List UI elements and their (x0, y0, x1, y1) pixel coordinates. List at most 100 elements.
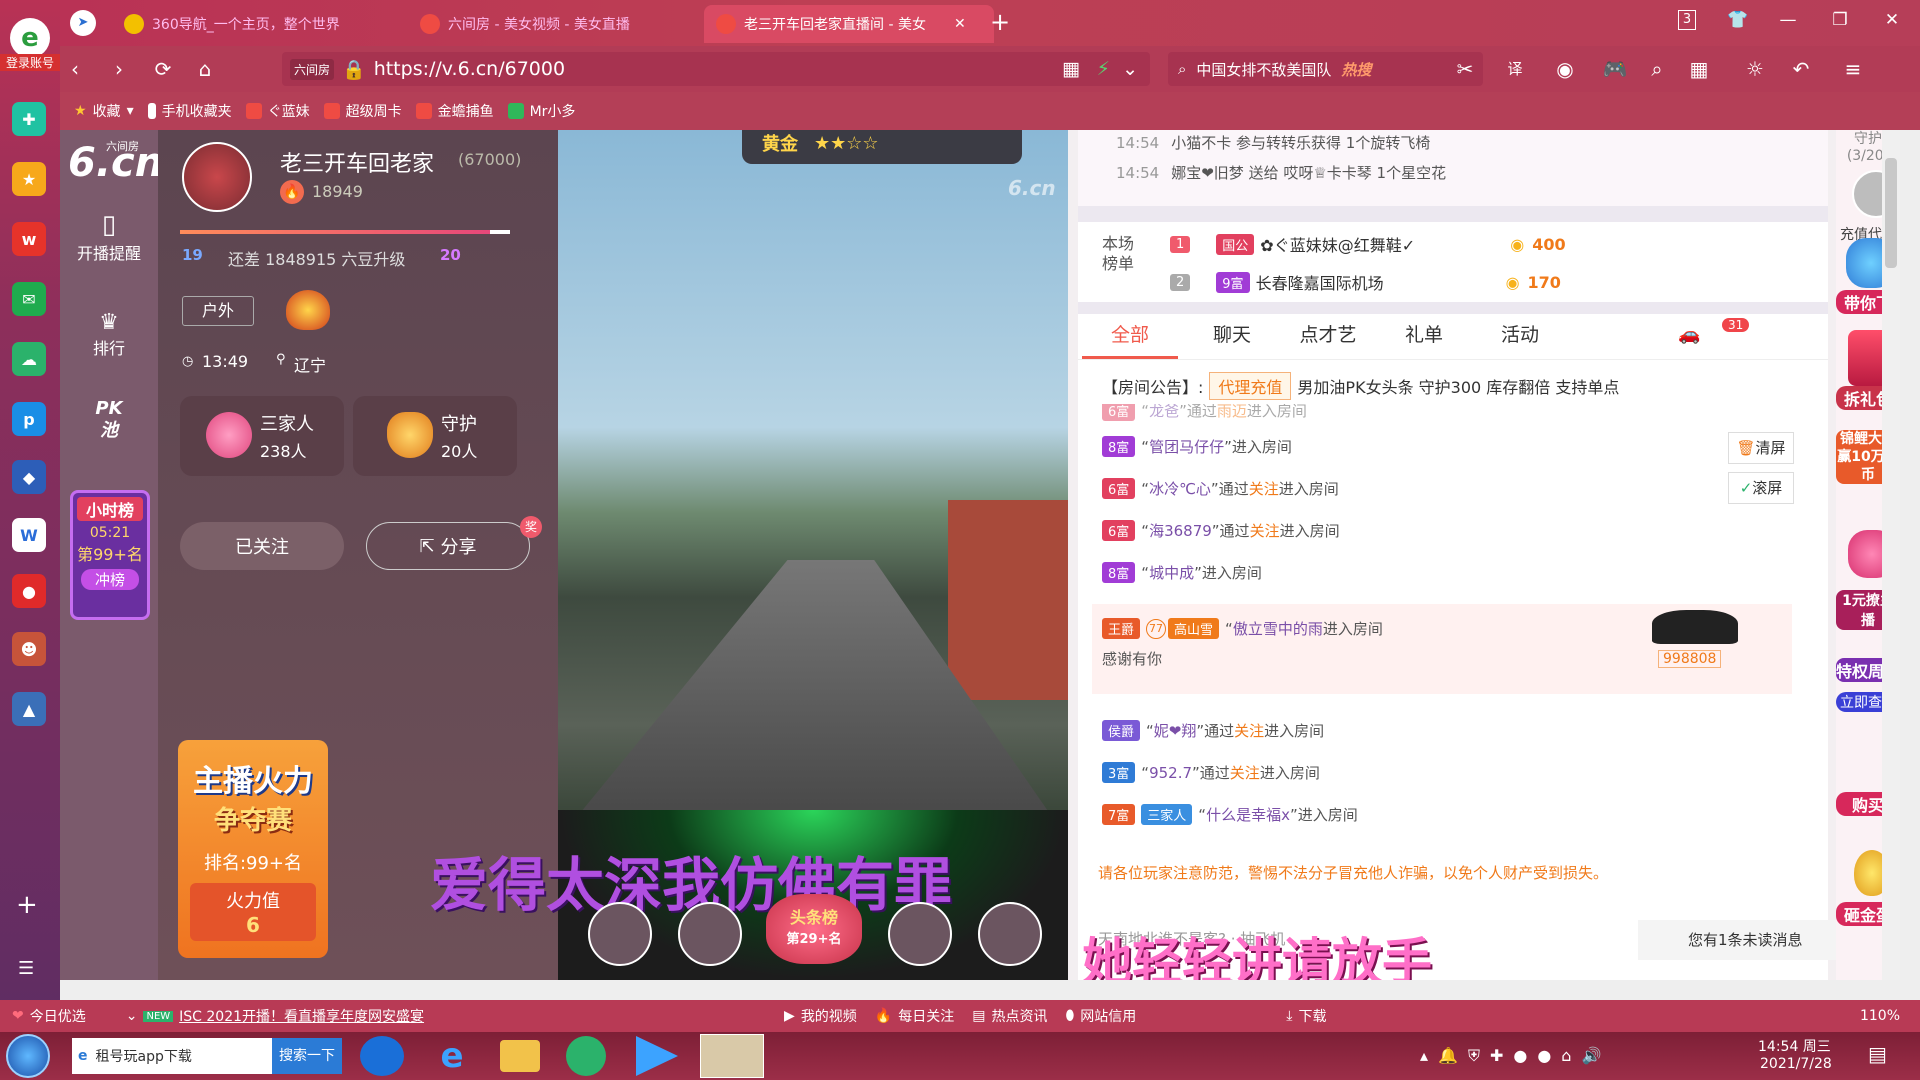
p-app-icon[interactable]: p (12, 402, 46, 436)
bookmark-favorites[interactable]: ★ 收藏 ▾ (74, 101, 134, 121)
tab-all[interactable]: 全部 (1082, 314, 1178, 359)
board-row[interactable]: 2 9富 长春隆嘉国际机场 ◉ 170 (1170, 270, 1561, 294)
address-bar[interactable]: 六间房 🔒 https://v.6.cn/67000 ▦ ⚡ ⌄ (282, 52, 1150, 86)
bookmark-fishing[interactable]: 金蟾捕鱼 (415, 101, 494, 121)
page-scrollbar[interactable] (1882, 130, 1900, 980)
kugou-icon[interactable] (360, 1036, 404, 1076)
news-headline[interactable]: ISC 2021开播！看直播享年度网安盛宴 (179, 1006, 424, 1026)
cloud-icon[interactable]: ☁ (12, 342, 46, 376)
taskbar-search-button[interactable]: 搜索一下 (272, 1038, 342, 1074)
nav-pk-pool[interactable]: PK池 (60, 398, 158, 442)
360-browser-icon[interactable] (566, 1036, 606, 1076)
viewer-avatar[interactable] (888, 902, 952, 966)
translate-icon[interactable]: 译 (1500, 54, 1530, 84)
bookmark-mobile[interactable]: 手机收藏夹 (147, 101, 232, 121)
bookmark-lanmei[interactable]: ぐ蓝妹 (245, 101, 310, 121)
video-player[interactable]: 黄金 ★★☆☆ 6.cn 爱得太深我仿佛有罪 头条榜 第29+名 (430, 130, 1068, 980)
bookmark-weekcard[interactable]: 超级周卡 (323, 101, 402, 121)
share-button[interactable]: ⇱ 分享 (366, 522, 530, 570)
home-icon[interactable]: ⌂ (190, 54, 220, 84)
today-picks[interactable]: 今日优选 (30, 1006, 86, 1026)
fire-contest-card[interactable]: 主播火力 争夺赛 排名:99+名 火力值 6 (178, 740, 328, 958)
clear-screen-button[interactable]: 🗑清屏 (1728, 432, 1794, 464)
tab-gifts[interactable]: 礼单 (1376, 314, 1472, 359)
restore-icon[interactable]: ❐ (1826, 10, 1854, 30)
chevron-down-icon[interactable]: ⌄ (126, 1008, 138, 1024)
game-icon[interactable]: ◆ (12, 460, 46, 494)
anchor-avatar[interactable] (182, 142, 252, 212)
chevron-down-icon[interactable]: ⌄ (1122, 58, 1138, 80)
castle-app-icon[interactable]: ▲ (12, 692, 46, 726)
folder-icon[interactable] (500, 1040, 540, 1072)
star-icon[interactable]: ★ (12, 162, 46, 196)
back-icon[interactable]: ‹ (60, 54, 90, 84)
viewer-avatar[interactable] (678, 902, 742, 966)
family-card[interactable]: 三家人 238人 (180, 396, 344, 476)
minimize-icon[interactable]: — (1774, 10, 1802, 30)
menu-list-icon[interactable]: ☰ (18, 958, 34, 979)
add-icon[interactable]: + (16, 890, 38, 920)
scroll-lock-button[interactable]: ✓滚屏 (1728, 472, 1794, 504)
doc-icon[interactable]: W (12, 518, 46, 552)
tab-6cn[interactable]: 六间房 - 美女视频 - 美女直播 (408, 5, 698, 43)
nav-live-remind[interactable]: ▯ 开播提醒 (60, 210, 158, 264)
tab-count-badge[interactable]: 3 (1678, 10, 1696, 30)
skin-icon[interactable]: 👕 (1724, 10, 1752, 30)
hour-rank-card[interactable]: 小时榜 05:21 第99+名 冲榜 (70, 490, 150, 620)
forward-icon[interactable]: › (104, 54, 134, 84)
red-app-icon[interactable]: ● (12, 574, 46, 608)
nav-ranking[interactable]: ♛ 排行 (60, 310, 158, 359)
grid-icon[interactable]: ▦ (1684, 54, 1714, 84)
tab-events[interactable]: 活动 (1472, 314, 1568, 359)
avatar-app-icon[interactable]: ☻ (12, 632, 46, 666)
taskbar-app-zuhao[interactable]: e 租号玩app下载 (72, 1038, 272, 1074)
coin-icon[interactable]: ◉ (1550, 54, 1580, 84)
plus-app-icon[interactable]: ✚ (12, 102, 46, 136)
viewer-avatar[interactable] (588, 902, 652, 966)
hour-rank-action[interactable]: 冲榜 (81, 569, 139, 590)
start-button[interactable] (6, 1034, 50, 1078)
gamepad-icon[interactable]: 🎮 (1600, 54, 1630, 84)
notification-icon[interactable]: ▤ (1868, 1042, 1887, 1066)
login-label[interactable]: 登录账号 (0, 54, 60, 71)
search-box[interactable]: ⌕ 中国女排不敌美国队 热搜 (1168, 52, 1483, 86)
zoom-level[interactable]: 110% (1860, 1008, 1900, 1024)
brightness-icon[interactable]: ☼ (1740, 54, 1770, 84)
tab-360[interactable]: 360导航_一个主页，整个世界 (112, 5, 402, 43)
clock-time[interactable]: 14:54 周三 (1758, 1036, 1831, 1056)
tag-outdoor[interactable]: 户外 (182, 296, 254, 326)
ie-icon[interactable]: e (430, 1036, 474, 1076)
menu-icon[interactable]: ≡ (1838, 54, 1868, 84)
close-window-icon[interactable]: ✕ (1878, 10, 1906, 30)
undo-icon[interactable]: ↶ (1786, 54, 1816, 84)
bolt-icon[interactable]: ⚡ (1097, 58, 1110, 80)
browser-logo[interactable]: e (10, 18, 50, 58)
new-tab-icon[interactable]: + (990, 8, 1010, 36)
mail-icon[interactable]: ✉ (12, 282, 46, 316)
car-icon[interactable]: 🚗 (1678, 314, 1700, 359)
close-tab-icon[interactable]: ✕ (954, 16, 966, 32)
magnifier-icon[interactable]: ⌕ (1642, 54, 1672, 84)
qr-icon[interactable]: ▦ (1062, 58, 1080, 80)
pin-icon[interactable]: ➤ (70, 10, 96, 36)
clock-date[interactable]: 2021/7/28 (1760, 1056, 1832, 1072)
viewer-avatar[interactable] (978, 902, 1042, 966)
reload-icon[interactable]: ⟳ (148, 54, 178, 84)
active-app-icon[interactable] (700, 1034, 764, 1078)
board-row[interactable]: 1 国公 ✿ぐ蓝妹妹@红舞鞋✓ ◉ 400 (1170, 232, 1566, 256)
tab-chat[interactable]: 聊天 (1184, 314, 1280, 359)
tab-talent[interactable]: 点才艺 (1280, 314, 1376, 359)
heart-icon: ❤ (12, 1008, 24, 1024)
site-logo[interactable]: 6.cn (68, 140, 163, 186)
unread-message-bar[interactable]: 您有1条未读消息 (1638, 920, 1838, 960)
follow-button[interactable]: 已关注 (180, 522, 344, 570)
headline-rank-badge[interactable]: 头条榜 第29+名 (766, 894, 862, 964)
guard-card[interactable]: 守护 20人 (353, 396, 517, 476)
taskbar: e 租号玩app下载 搜索一下 e ▴🔔⛨✚●●⌂🔊 14:54 周三 2021… (0, 1032, 1920, 1080)
weibo-icon[interactable]: w (12, 222, 46, 256)
tab-live-room[interactable]: 老三开车回老家直播间 - 美女 ✕ (704, 5, 994, 43)
scissors-icon[interactable]: ✂ (1450, 54, 1480, 84)
player-icon[interactable] (636, 1036, 678, 1076)
board-title[interactable]: 本场榜单 (1102, 234, 1140, 274)
bookmark-mrxiaoduo[interactable]: Mr小多 (507, 101, 575, 121)
